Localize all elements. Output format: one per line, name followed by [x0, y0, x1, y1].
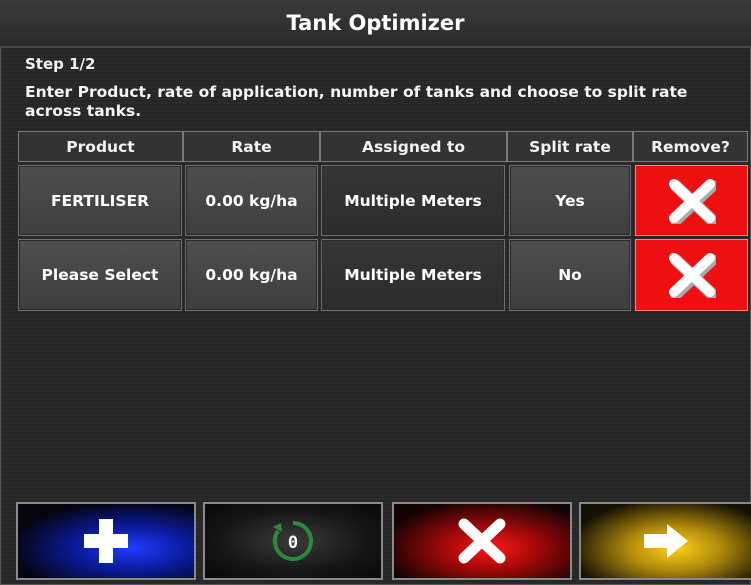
instructions-text: Enter Product, rate of application, numb…	[25, 83, 688, 120]
header-split-rate: Split rate	[507, 131, 633, 162]
row2-product-button[interactable]: Please Select	[18, 239, 182, 311]
header-remove: Remove?	[633, 131, 748, 162]
close-icon	[668, 178, 716, 224]
reset-icon: 0	[272, 521, 313, 561]
window-title: Tank Optimizer	[286, 11, 465, 35]
row2-assigned-to-button[interactable]: Multiple Meters	[321, 239, 505, 311]
header-product: Product	[18, 131, 183, 162]
row1-remove-button[interactable]	[635, 165, 748, 236]
step-label: Step 1/2	[25, 55, 96, 73]
add-product-button[interactable]	[16, 502, 196, 580]
row1-product-button[interactable]: FERTILISER	[18, 165, 182, 236]
row2-split-rate-button[interactable]: No	[509, 239, 631, 311]
close-icon	[668, 253, 716, 298]
row1-assigned-to-button[interactable]: Multiple Meters	[321, 165, 505, 236]
row2-remove-button[interactable]	[635, 239, 748, 311]
title-bar: Tank Optimizer	[0, 0, 751, 48]
close-icon	[458, 518, 506, 564]
header-assigned-to: Assigned to	[320, 131, 507, 162]
reset-totals-button[interactable]: 0	[203, 502, 383, 580]
row1-rate-button[interactable]: 0.00 kg/ha	[185, 165, 318, 236]
plus-icon	[84, 519, 128, 563]
header-rate: Rate	[183, 131, 320, 162]
next-button[interactable]	[579, 502, 751, 580]
arrow-right-icon	[644, 524, 688, 558]
reset-counter-label: 0	[288, 533, 298, 553]
cancel-button[interactable]	[392, 502, 572, 580]
row1-split-rate-button[interactable]: Yes	[509, 165, 631, 236]
row2-rate-button[interactable]: 0.00 kg/ha	[185, 239, 318, 311]
